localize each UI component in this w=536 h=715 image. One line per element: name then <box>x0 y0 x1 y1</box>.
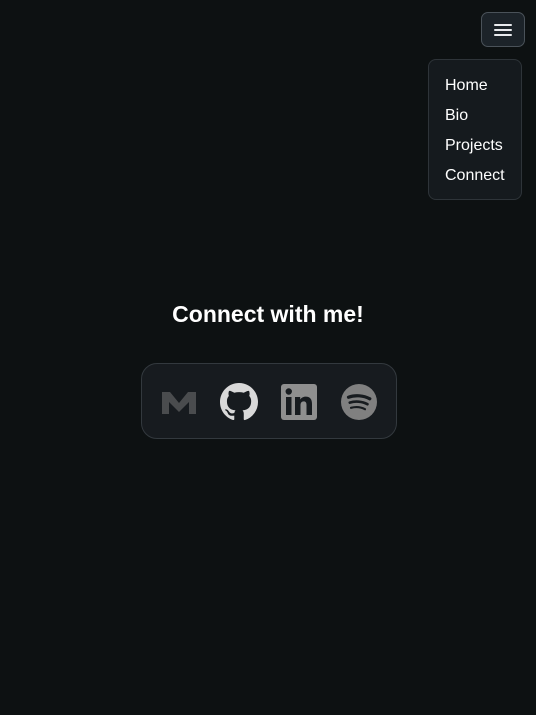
linkedin-link[interactable] <box>280 383 318 421</box>
nav-dropdown-menu: Home Bio Projects Connect <box>428 59 522 200</box>
github-icon <box>220 383 258 421</box>
spotify-icon <box>341 384 377 420</box>
nav-item-connect[interactable]: Connect <box>445 165 521 195</box>
nav-item-projects[interactable]: Projects <box>445 135 521 165</box>
linkedin-icon <box>281 384 317 420</box>
menu-toggle-button[interactable] <box>481 12 525 47</box>
spotify-link[interactable] <box>340 383 378 421</box>
gmail-icon <box>162 392 196 414</box>
social-links-bar <box>141 363 397 439</box>
nav-item-home[interactable]: Home <box>445 75 521 105</box>
gmail-link[interactable] <box>160 383 198 421</box>
nav-item-bio[interactable]: Bio <box>445 105 521 135</box>
github-link[interactable] <box>220 383 258 421</box>
page: Home Bio Projects Connect Connect with m… <box>0 0 536 715</box>
hamburger-menu-icon <box>494 23 512 36</box>
page-title: Connect with me! <box>172 301 364 327</box>
